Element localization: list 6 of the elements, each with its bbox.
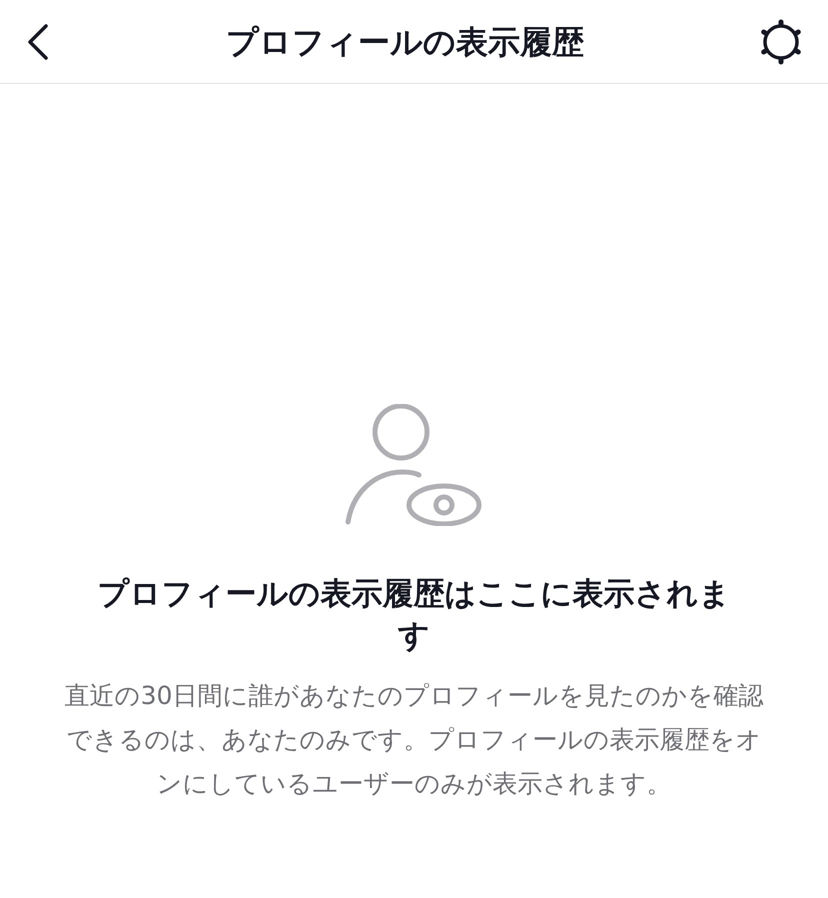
empty-state-heading: プロフィールの表示履歴はここに表示されます [96,575,732,656]
empty-state-description: 直近の30日間に誰があなたのプロフィールを見たのかを確認できるのは、あなたのみです。プロフィールの表示履歴をオンにしているユーザーのみが表示されます。 [64,680,764,800]
profile-view-icon [345,404,483,526]
settings-icon [758,18,804,64]
settings-button[interactable] [758,18,804,64]
page-title: プロフィールの表示履歴 [226,22,584,62]
